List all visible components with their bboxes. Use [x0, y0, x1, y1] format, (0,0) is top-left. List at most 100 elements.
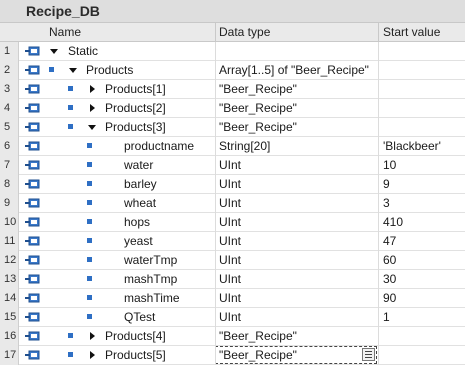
member-name[interactable]: QTest — [124, 310, 155, 324]
expand-arrow-icon[interactable] — [88, 104, 96, 112]
row-number[interactable]: 10 — [0, 213, 19, 232]
table-row[interactable]: 4 Products[2] "Beer_Recipe" — [0, 99, 465, 118]
row-number[interactable]: 16 — [0, 327, 19, 346]
row-number[interactable]: 12 — [0, 251, 19, 270]
member-start-value[interactable]: 9 — [383, 177, 390, 191]
table-row[interactable]: 9 wheat UInt 3 — [0, 194, 465, 213]
member-data-type[interactable]: "Beer_Recipe" — [219, 329, 297, 343]
member-name[interactable]: Products[3] — [105, 120, 166, 134]
row-number[interactable]: 9 — [0, 194, 19, 213]
table-row[interactable]: 13 mashTmp UInt 30 — [0, 270, 465, 289]
table-row[interactable]: 5 Products[3] "Beer_Recipe" — [0, 118, 465, 137]
column-divider[interactable] — [215, 23, 216, 41]
member-data-type[interactable]: UInt — [219, 177, 241, 191]
member-data-type[interactable]: "Beer_Recipe" — [219, 82, 297, 96]
column-divider[interactable] — [378, 23, 379, 41]
row-number[interactable]: 7 — [0, 156, 19, 175]
table-row[interactable]: 7 water UInt 10 — [0, 156, 465, 175]
member-data-type[interactable]: UInt — [219, 234, 241, 248]
member-name[interactable]: Static — [68, 44, 98, 58]
table-row[interactable]: 10 hops UInt 410 — [0, 213, 465, 232]
member-name[interactable]: Products — [86, 63, 133, 77]
row-number[interactable]: 1 — [0, 42, 19, 61]
interface-io-icon — [25, 293, 40, 303]
member-name[interactable]: productname — [124, 139, 194, 153]
collapse-arrow-icon[interactable] — [50, 47, 58, 55]
row-number[interactable]: 3 — [0, 80, 19, 99]
table-row[interactable]: 16 Products[4] "Beer_Recipe" — [0, 327, 465, 346]
table-row[interactable]: 11 yeast UInt 47 — [0, 232, 465, 251]
member-data-type[interactable]: Array[1..5] of "Beer_Recipe" — [219, 63, 369, 77]
type-picker-icon[interactable] — [362, 348, 375, 361]
member-start-value[interactable]: 47 — [383, 234, 396, 248]
table-row[interactable]: 1 Static — [0, 42, 465, 61]
member-data-type[interactable]: UInt — [219, 310, 241, 324]
member-name[interactable]: mashTime — [124, 291, 180, 305]
member-name[interactable]: wheat — [124, 196, 156, 210]
member-square-icon — [68, 105, 73, 110]
expand-arrow-icon[interactable] — [88, 85, 96, 93]
table-row[interactable]: 12 waterTmp UInt 60 — [0, 251, 465, 270]
cell-divider — [215, 156, 216, 175]
row-number[interactable]: 13 — [0, 270, 19, 289]
column-header-name[interactable]: Name — [49, 25, 81, 39]
member-start-value[interactable]: 90 — [383, 291, 396, 305]
member-data-type[interactable]: UInt — [219, 196, 241, 210]
column-header-start-value[interactable]: Start value — [383, 25, 440, 39]
cell-divider — [215, 61, 216, 80]
member-data-type[interactable]: UInt — [219, 215, 241, 229]
column-header-data-type[interactable]: Data type — [219, 25, 270, 39]
member-name[interactable]: yeast — [124, 234, 153, 248]
member-data-type[interactable]: "Beer_Recipe" — [219, 101, 297, 115]
interface-io-icon — [25, 350, 40, 360]
cell-divider — [215, 346, 216, 365]
member-start-value[interactable]: 410 — [383, 215, 403, 229]
table-row[interactable]: 14 mashTime UInt 90 — [0, 289, 465, 308]
member-name[interactable]: hops — [124, 215, 150, 229]
member-start-value[interactable]: 60 — [383, 253, 396, 267]
table-row[interactable]: 2 Products Array[1..5] of "Beer_Recipe" — [0, 61, 465, 80]
table-row[interactable]: 17 Products[5] "Beer_Recipe" — [0, 346, 465, 365]
member-data-type[interactable]: UInt — [219, 291, 241, 305]
member-name[interactable]: barley — [124, 177, 157, 191]
member-start-value[interactable]: 3 — [383, 196, 390, 210]
member-data-type[interactable]: "Beer_Recipe" — [219, 348, 297, 362]
member-start-value[interactable]: 'Blackbeer' — [383, 139, 441, 153]
cell-divider — [378, 61, 379, 80]
table-row[interactable]: 6 productname String[20] 'Blackbeer' — [0, 137, 465, 156]
interface-io-icon — [25, 217, 40, 227]
row-number[interactable]: 14 — [0, 289, 19, 308]
member-name[interactable]: waterTmp — [124, 253, 177, 267]
table-row[interactable]: 3 Products[1] "Beer_Recipe" — [0, 80, 465, 99]
member-data-type[interactable]: String[20] — [219, 139, 270, 153]
member-start-value[interactable]: 1 — [383, 310, 390, 324]
row-number[interactable]: 5 — [0, 118, 19, 137]
row-number[interactable]: 8 — [0, 175, 19, 194]
table-row[interactable]: 15 QTest UInt 1 — [0, 308, 465, 327]
row-number[interactable]: 6 — [0, 137, 19, 156]
table-row[interactable]: 8 barley UInt 9 — [0, 175, 465, 194]
row-number[interactable]: 2 — [0, 61, 19, 80]
expand-arrow-icon[interactable] — [88, 332, 96, 340]
collapse-arrow-icon[interactable] — [88, 123, 96, 131]
cell-divider — [378, 232, 379, 251]
member-data-type[interactable]: UInt — [219, 272, 241, 286]
member-name[interactable]: Products[2] — [105, 101, 166, 115]
member-start-value[interactable]: 30 — [383, 272, 396, 286]
member-name[interactable]: mashTmp — [124, 272, 177, 286]
member-name[interactable]: Products[5] — [105, 348, 166, 362]
row-number[interactable]: 17 — [0, 346, 19, 365]
member-name[interactable]: Products[4] — [105, 329, 166, 343]
row-number[interactable]: 4 — [0, 99, 19, 118]
member-data-type[interactable]: "Beer_Recipe" — [219, 120, 297, 134]
member-data-type[interactable]: UInt — [219, 158, 241, 172]
member-start-value[interactable]: 10 — [383, 158, 396, 172]
cell-divider — [215, 118, 216, 137]
row-number[interactable]: 15 — [0, 308, 19, 327]
member-name[interactable]: Products[1] — [105, 82, 166, 96]
member-data-type[interactable]: UInt — [219, 253, 241, 267]
expand-arrow-icon[interactable] — [88, 351, 96, 359]
member-name[interactable]: water — [124, 158, 153, 172]
row-number[interactable]: 11 — [0, 232, 19, 251]
collapse-arrow-icon[interactable] — [69, 66, 77, 74]
